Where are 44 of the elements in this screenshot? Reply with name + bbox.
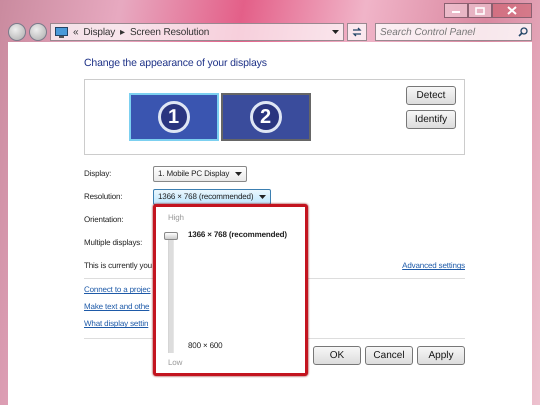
breadcrumb-overflow[interactable]: « xyxy=(73,24,78,40)
breadcrumb[interactable]: Screen Resolution xyxy=(130,24,210,40)
caret-icon xyxy=(235,172,242,176)
close-icon xyxy=(507,6,517,15)
resolution-option[interactable]: 800 × 600 xyxy=(188,340,222,352)
high-label: High xyxy=(168,212,184,224)
help-link[interactable]: What display settin xyxy=(84,318,148,330)
search-icon xyxy=(518,27,528,37)
monitor-number: 1 xyxy=(158,100,190,133)
resolution-option[interactable]: 1366 × 768 (recommended) xyxy=(188,229,287,241)
caret-icon xyxy=(259,195,266,200)
panel-button[interactable]: Detect xyxy=(406,86,456,105)
dialog-button[interactable]: OK xyxy=(313,346,361,365)
dialog-button[interactable]: Apply xyxy=(417,346,465,365)
slider-thumb[interactable] xyxy=(164,232,178,240)
setting-label: Orientation: xyxy=(84,214,125,226)
setting-label: Multiple displays: xyxy=(84,237,144,250)
address-bar[interactable]: « Display ▸ Screen Resolution xyxy=(50,23,344,41)
refresh-button[interactable] xyxy=(347,23,367,41)
maximize-button[interactable] xyxy=(468,3,492,18)
setting-label: Display: xyxy=(84,168,112,180)
dialog-button[interactable]: Cancel xyxy=(365,346,413,365)
info-text: This is currently you xyxy=(84,260,152,272)
arrows-icon xyxy=(351,27,363,37)
dropdown-field[interactable]: 1. Mobile PC Display xyxy=(153,166,248,182)
breadcrumb-separator: ▸ xyxy=(120,26,126,40)
close-button[interactable] xyxy=(492,3,532,18)
maximize-icon xyxy=(475,6,485,14)
search-field[interactable]: Search Control Panel xyxy=(375,23,532,41)
dropdown-field[interactable]: 1366 × 768 (recommended) xyxy=(153,189,272,206)
monitor-thumbnail[interactable]: 2 xyxy=(220,92,310,141)
help-link[interactable]: Make text and othe xyxy=(84,301,150,314)
monitor-number: 2 xyxy=(250,100,282,133)
setting-label: Resolution: xyxy=(84,191,124,204)
advanced-settings-link[interactable]: Advanced settings xyxy=(402,260,465,272)
monitor-icon xyxy=(55,26,68,38)
breadcrumb[interactable]: Display xyxy=(83,24,116,40)
panel-button[interactable]: Identify xyxy=(406,110,456,129)
low-label: Low xyxy=(168,357,182,369)
minimize-button[interactable] xyxy=(444,3,468,18)
dropdown-caret-icon[interactable] xyxy=(332,30,339,34)
monitor-thumbnail[interactable]: 1 xyxy=(128,92,218,141)
help-link[interactable]: Connect to a projec xyxy=(84,284,151,296)
page-heading: Change the appearance of your displays xyxy=(84,56,268,71)
